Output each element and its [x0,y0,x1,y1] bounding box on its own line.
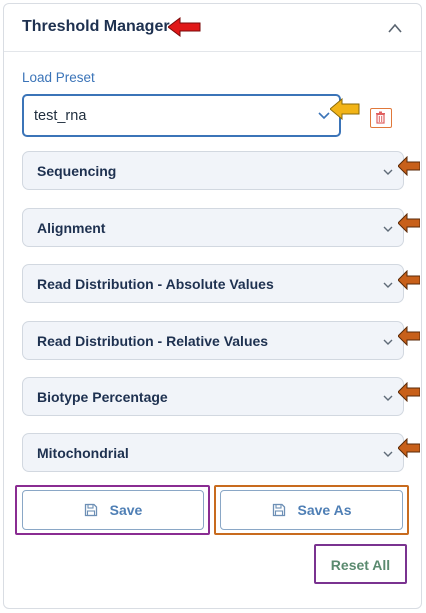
orange-arrow-icon [398,438,420,458]
load-preset-label: Load Preset [22,70,95,85]
orange-arrow-icon [398,156,420,176]
section-label: Mitochondrial [37,445,129,461]
section-label: Biotype Percentage [37,389,168,405]
trash-icon [376,111,385,124]
section-label: Alignment [37,220,106,236]
section-read-distribution-absolute[interactable]: Read Distribution - Absolute Values [22,264,404,303]
section-mitochondrial[interactable]: Mitochondrial [22,433,404,472]
section-alignment[interactable]: Alignment [22,208,404,247]
chevron-down-icon [383,226,393,232]
panel-title: Threshold Manager [22,18,170,35]
reset-all-button[interactable]: Reset All [314,544,407,584]
section-read-distribution-relative[interactable]: Read Distribution - Relative Values [22,321,404,360]
chevron-down-icon [383,395,393,401]
panel-header[interactable]: Threshold Manager [4,4,421,52]
section-label: Read Distribution - Relative Values [37,333,269,349]
orange-arrow-icon [398,382,420,402]
chevron-down-icon [383,339,393,345]
chevron-down-icon [383,451,393,457]
preset-select[interactable]: test_rna [22,94,341,137]
chevron-down-icon [383,282,393,288]
red-arrow-icon [168,17,201,37]
orange-arrow-icon [398,270,420,290]
chevron-down-icon [318,112,330,120]
reset-all-label: Reset All [330,557,391,573]
preset-selected-value: test_rna [34,108,87,124]
orange-arrow-icon [398,213,420,233]
section-sequencing[interactable]: Sequencing [22,151,404,190]
yellow-arrow-icon [330,98,360,120]
section-label: Read Distribution - Absolute Values [37,276,274,292]
floppy-disk-icon [84,503,97,517]
floppy-disk-icon [272,503,285,517]
section-biotype-percentage[interactable]: Biotype Percentage [22,377,404,416]
save-as-label: Save As [297,502,352,518]
save-label: Save [109,502,143,518]
chevron-down-icon [383,169,393,175]
save-button[interactable]: Save [22,490,204,530]
chevron-up-icon[interactable] [387,21,403,35]
section-label: Sequencing [37,163,117,179]
delete-preset-button[interactable] [370,108,392,128]
save-as-button[interactable]: Save As [220,490,403,530]
orange-arrow-icon [398,326,420,346]
